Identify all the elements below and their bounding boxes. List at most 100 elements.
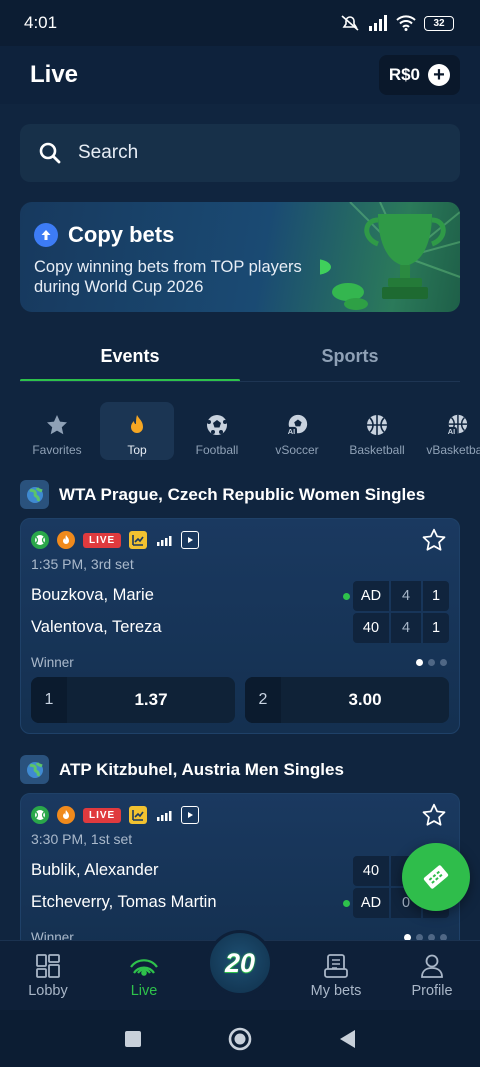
score-row: AD 4 1: [353, 581, 449, 611]
event-badges: LIVE: [31, 531, 200, 549]
live-badge: LIVE: [83, 532, 122, 548]
football-icon: [205, 413, 229, 437]
live-badge: LIVE: [83, 807, 122, 823]
video-icon[interactable]: [181, 531, 200, 549]
video-icon[interactable]: [181, 806, 200, 824]
odds-value: 1.37: [134, 690, 168, 709]
vbasketball-icon: AI: [445, 413, 469, 437]
favorite-star-icon[interactable]: [421, 527, 447, 553]
status-time: 4:01: [24, 13, 58, 32]
score-set: 1: [423, 581, 449, 611]
event-card[interactable]: LIVE 3:30 PM, 1st set Bublik, Alexander …: [20, 793, 460, 953]
betslip-fab[interactable]: [402, 843, 470, 911]
odds-button[interactable]: 2 3.00: [245, 677, 449, 723]
league-title: WTA Prague, Czech Republic Women Singles: [59, 484, 426, 504]
market-pager[interactable]: [416, 659, 447, 666]
battery-icon: 32: [424, 15, 454, 31]
flame-icon: [57, 806, 75, 824]
nav-my-bets[interactable]: My bets: [288, 953, 384, 999]
balance-button[interactable]: R$0 +: [378, 55, 460, 95]
nav-twenty-badge[interactable]: 20: [207, 930, 273, 996]
pager-dot: [428, 659, 435, 666]
signal-icon: [369, 15, 387, 31]
category-top[interactable]: Top: [100, 402, 174, 460]
page-title: Live: [30, 61, 79, 88]
copy-bets-banner[interactable]: Copy bets Copy winning bets from TOP pla…: [20, 202, 460, 312]
banner-subtitle: Copy winning bets from TOP players durin…: [34, 258, 302, 296]
category-favorites[interactable]: Favorites: [20, 402, 94, 460]
vsoccer-icon: AI: [285, 413, 309, 437]
nav-label: My bets: [310, 983, 362, 999]
league-header[interactable]: WTA Prague, Czech Republic Women Singles: [20, 480, 425, 509]
live-icon: [130, 959, 158, 976]
category-football[interactable]: Football: [180, 402, 254, 460]
category-vsoccer[interactable]: AI vSoccer: [260, 402, 334, 460]
category-vbasketball[interactable]: AI vBasketball: [420, 402, 480, 460]
my-bets-icon: [324, 954, 348, 978]
nav-label: Live: [130, 983, 158, 999]
league-header[interactable]: ATP Kitzbuhel, Austria Men Singles: [20, 755, 344, 784]
balance-amount: R$0: [388, 65, 420, 84]
stats-chart-icon[interactable]: [129, 806, 148, 824]
nav-profile[interactable]: Profile: [384, 953, 480, 999]
status-icons: 32: [340, 14, 454, 32]
flame-icon: [57, 531, 75, 549]
event-badges: LIVE: [31, 806, 200, 824]
score-set: 4: [391, 613, 421, 643]
nav-lobby[interactable]: Lobby: [0, 953, 96, 999]
score-game: AD: [353, 888, 389, 918]
pager-dot: [416, 659, 423, 666]
app-header: Live R$0 +: [0, 46, 480, 104]
trophy-icon: [320, 202, 460, 310]
plus-icon: +: [428, 64, 450, 86]
odds-label: 2: [245, 677, 281, 723]
recents-icon[interactable]: [123, 1029, 143, 1049]
event-time: 3:30 PM, 1st set: [31, 831, 133, 847]
wifi-icon: [396, 15, 416, 31]
odds-button[interactable]: 1 1.37: [31, 677, 235, 723]
tabs-divider: [20, 381, 460, 382]
category-basketball[interactable]: Basketball: [340, 402, 414, 460]
nav-label: Lobby: [28, 983, 68, 999]
score-game: AD: [353, 581, 389, 611]
event-time: 1:35 PM, 3rd set: [31, 556, 134, 572]
back-icon[interactable]: [337, 1028, 357, 1050]
flame-icon: [125, 413, 149, 437]
events-sports-tabs: Events Sports: [20, 330, 460, 382]
team-name: Bouzkova, Marie: [31, 586, 154, 604]
banner-title-row: Copy bets: [34, 222, 174, 248]
system-nav-bar: [0, 1010, 480, 1067]
category-scroller: Favorites Top Football AI vSoccer Basket…: [20, 402, 480, 460]
category-label: vSoccer: [275, 443, 319, 457]
basketball-icon: [365, 413, 389, 437]
search-icon: [39, 142, 61, 164]
ticket-icon: [423, 865, 449, 889]
mute-icon: [341, 15, 359, 31]
pager-dot: [440, 659, 447, 666]
team-name: Bublik, Alexander: [31, 861, 159, 879]
bars-icon[interactable]: [155, 531, 173, 549]
event-card[interactable]: LIVE 1:35 PM, 3rd set Bouzkova, Marie AD…: [20, 518, 460, 734]
svg-text:AI: AI: [448, 427, 455, 436]
score-set: 1: [423, 613, 449, 643]
banner-title: Copy bets: [68, 222, 175, 247]
score-game: 40: [353, 613, 389, 643]
tab-events[interactable]: Events: [20, 330, 240, 382]
category-label: Football: [195, 443, 239, 457]
favorite-star-icon[interactable]: [421, 802, 447, 828]
serve-indicator: [343, 593, 350, 600]
arrow-up-icon: [34, 223, 58, 247]
serve-indicator: [343, 900, 350, 907]
home-icon[interactable]: [227, 1026, 253, 1052]
category-label: Favorites: [32, 443, 82, 457]
twenty-badge: 20: [224, 947, 256, 978]
star-icon: [45, 413, 69, 437]
nav-label: Profile: [411, 983, 453, 999]
stats-chart-icon[interactable]: [129, 531, 148, 549]
tab-sports[interactable]: Sports: [240, 330, 460, 382]
team-name: Valentova, Tereza: [31, 618, 162, 636]
search-input[interactable]: Search: [20, 124, 460, 182]
nav-live[interactable]: Live: [96, 953, 192, 999]
globe-icon: [20, 755, 49, 784]
bars-icon[interactable]: [155, 806, 173, 824]
